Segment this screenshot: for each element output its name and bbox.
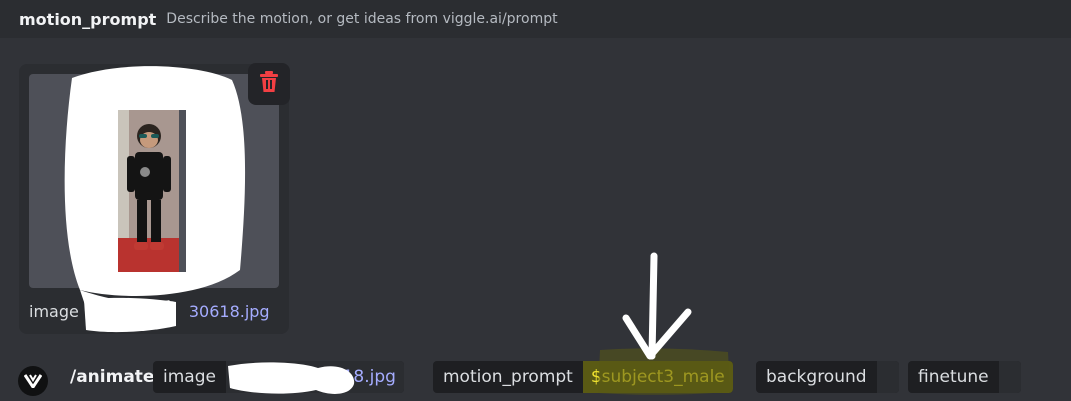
viggle-logo-icon: [18, 366, 48, 396]
option-name: motion_prompt: [19, 9, 157, 29]
filename-suffix: 30618.jpg: [188, 302, 270, 321]
option-value-background[interactable]: [876, 361, 899, 393]
option-chip-image[interactable]: image 618.jpg: [153, 361, 404, 393]
attachment-filename[interactable]: image 30618.jpg: [29, 302, 270, 321]
option-chip-motion-prompt[interactable]: motion_prompt $subject3_male: [433, 361, 733, 393]
child-photo: [117, 110, 179, 280]
filename-prefix: image: [29, 302, 79, 321]
image-preview[interactable]: [29, 74, 279, 288]
attachment-card[interactable]: image 30618.jpg: [19, 64, 289, 334]
option-value-finetune[interactable]: [998, 361, 1021, 393]
option-label-motion-prompt: motion_prompt: [443, 367, 573, 387]
slash-command-bar: /animate image 618.jpg motion_prompt $su…: [0, 356, 1071, 400]
command-name: /animate: [70, 367, 155, 387]
option-chip-background[interactable]: background: [756, 361, 899, 393]
option-chip-finetune[interactable]: finetune: [908, 361, 1021, 393]
delete-attachment-button[interactable]: [248, 63, 290, 105]
trash-icon: [259, 71, 279, 97]
option-value-motion-prompt[interactable]: $subject3_male: [582, 361, 733, 393]
option-label-image: image: [163, 367, 216, 387]
option-description: Describe the motion, or get ideas from v…: [166, 11, 558, 27]
option-label-background: background: [766, 367, 867, 387]
arrow-head: [622, 308, 692, 360]
option-value-image[interactable]: 618.jpg: [225, 361, 404, 393]
arrow-shaft: [648, 252, 658, 360]
option-label-finetune: finetune: [918, 367, 989, 387]
option-description-bar: motion_prompt Describe the motion, or ge…: [0, 0, 1071, 38]
